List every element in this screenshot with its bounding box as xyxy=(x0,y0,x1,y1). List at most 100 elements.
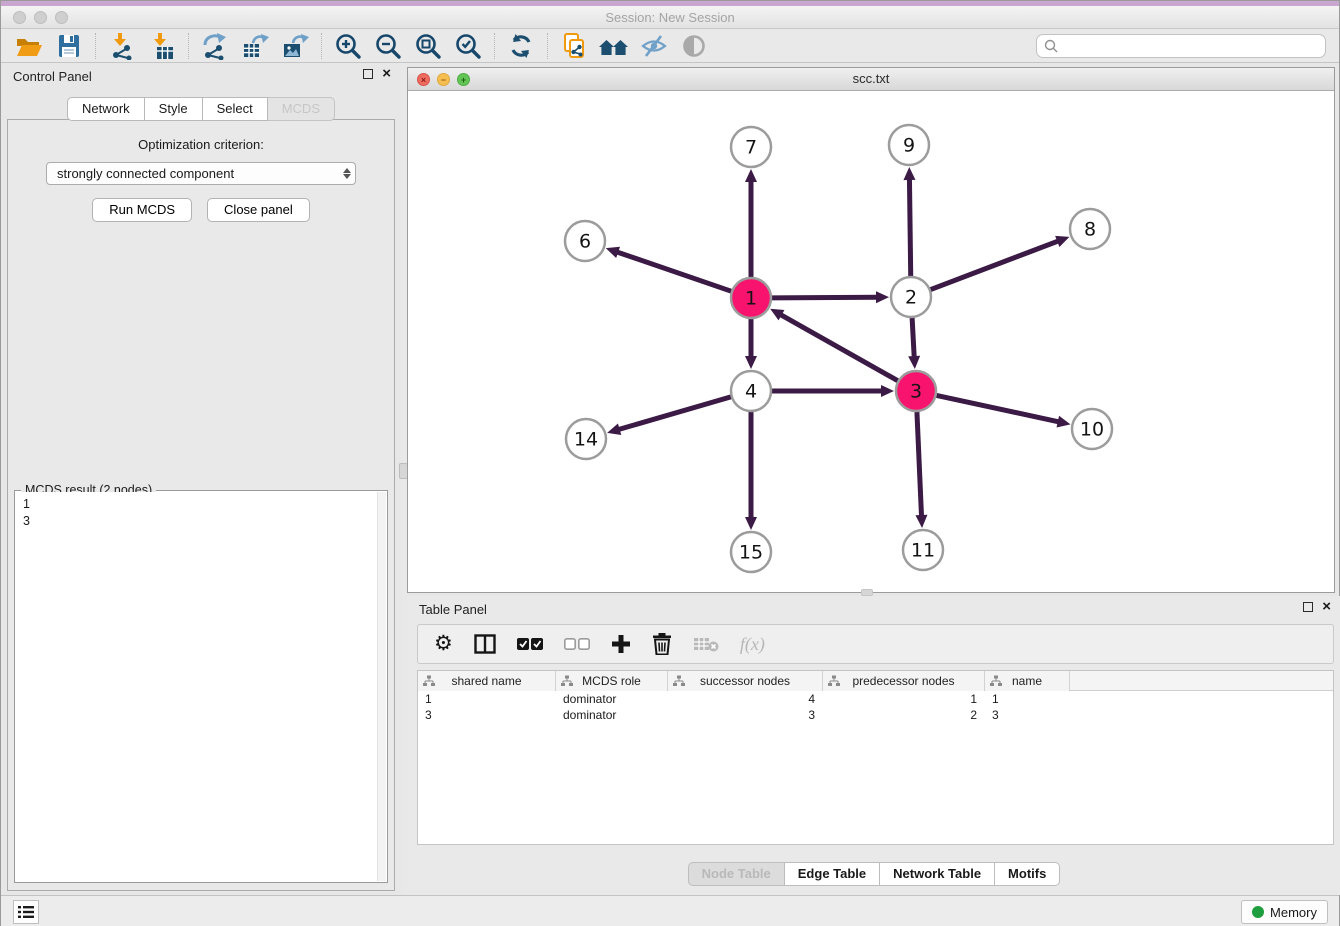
run-mcds-button[interactable]: Run MCDS xyxy=(92,198,192,222)
add-column-icon[interactable] xyxy=(611,634,631,654)
tab-network-table[interactable]: Network Table xyxy=(880,862,995,886)
save-session-icon[interactable] xyxy=(49,31,89,61)
show-graphics-details-icon[interactable] xyxy=(674,31,714,61)
graph-edge-3-10[interactable] xyxy=(937,395,1060,422)
task-history-button[interactable] xyxy=(13,900,39,924)
horizontal-splitter-grip[interactable] xyxy=(861,589,873,596)
column-header-mcds-role[interactable]: MCDS role xyxy=(556,671,668,691)
sort-icon xyxy=(561,675,573,687)
refresh-layout-icon[interactable] xyxy=(501,31,541,61)
import-table-icon[interactable] xyxy=(142,31,182,61)
zoom-in-icon[interactable] xyxy=(328,31,368,61)
network-canvas[interactable]: 7968124314101511 xyxy=(408,91,1334,592)
select-all-icon[interactable] xyxy=(517,637,543,651)
delete-table-icon xyxy=(693,635,719,653)
tab-node-table[interactable]: Node Table xyxy=(688,862,785,886)
toggle-columns-icon[interactable] xyxy=(474,634,496,654)
table-panel-title: Table Panel xyxy=(419,602,487,617)
edge-arrowhead-icon xyxy=(745,356,757,369)
tab-mcds[interactable]: MCDS xyxy=(268,97,335,121)
hide-graphics-details-icon[interactable] xyxy=(634,31,674,61)
network-window-titlebar: × − + scc.txt xyxy=(408,68,1334,91)
table-cell: 3 xyxy=(668,707,823,723)
close-panel-button[interactable]: Close panel xyxy=(207,198,310,222)
search-box[interactable] xyxy=(1036,34,1326,58)
graph-node-label: 2 xyxy=(905,287,917,309)
graph-node-label: 1 xyxy=(745,288,757,310)
result-scrollbar[interactable] xyxy=(377,492,386,881)
close-panel-icon[interactable]: × xyxy=(382,69,391,79)
search-input[interactable] xyxy=(1059,36,1325,56)
graph-edge-1-6[interactable] xyxy=(616,252,731,291)
sort-icon xyxy=(828,675,840,687)
zoom-fit-icon[interactable] xyxy=(408,31,448,61)
graph-node-label: 14 xyxy=(574,429,598,451)
edge-arrowhead-icon xyxy=(745,517,757,530)
float-table-panel-icon[interactable] xyxy=(1303,602,1313,612)
close-table-panel-icon[interactable]: × xyxy=(1322,602,1331,612)
float-panel-icon[interactable] xyxy=(363,69,373,79)
edge-arrowhead-icon xyxy=(881,385,894,397)
sort-icon xyxy=(990,675,1002,687)
memory-label: Memory xyxy=(1270,905,1317,920)
table-cell: 3 xyxy=(985,707,1070,723)
memory-status-icon xyxy=(1252,906,1264,918)
edge-arrowhead-icon xyxy=(1055,236,1069,247)
tab-select[interactable]: Select xyxy=(203,97,268,121)
graph-node-label: 10 xyxy=(1080,419,1104,441)
edge-arrowhead-icon xyxy=(876,291,889,303)
home-icon[interactable] xyxy=(594,31,634,61)
graph-edge-3-1[interactable] xyxy=(780,314,898,380)
edge-arrowhead-icon xyxy=(745,169,757,182)
column-header-successor-nodes[interactable]: successor nodes xyxy=(668,671,823,691)
export-table-icon[interactable] xyxy=(235,31,275,61)
table-row[interactable]: 1dominator411 xyxy=(418,691,1333,707)
tab-style[interactable]: Style xyxy=(145,97,203,121)
export-network-icon[interactable] xyxy=(195,31,235,61)
delete-column-icon[interactable] xyxy=(652,633,672,655)
application-window: Session: New Session xyxy=(0,0,1340,926)
main-toolbar xyxy=(1,29,1339,63)
network-graph: 7968124314101511 xyxy=(408,91,1334,592)
graph-edge-2-3[interactable] xyxy=(912,318,914,358)
duplicate-network-icon[interactable] xyxy=(554,31,594,61)
column-header-shared-name[interactable]: shared name xyxy=(418,671,556,691)
edge-arrowhead-icon xyxy=(607,423,621,435)
graph-edge-2-9[interactable] xyxy=(909,178,910,276)
tab-network[interactable]: Network xyxy=(67,97,145,121)
table-row[interactable]: 3dominator323 xyxy=(418,707,1333,723)
table-cell: 2 xyxy=(823,707,985,723)
node-table: shared nameMCDS rolesuccessor nodesprede… xyxy=(417,670,1334,845)
tab-motifs[interactable]: Motifs xyxy=(995,862,1060,886)
edge-arrowhead-icon xyxy=(915,515,927,528)
apply-function-icon: f(x) xyxy=(740,634,765,655)
table-header-row: shared nameMCDS rolesuccessor nodesprede… xyxy=(418,671,1333,691)
optimization-criterion-dropdown[interactable]: strongly connected component xyxy=(46,162,356,185)
graph-node-label: 8 xyxy=(1084,219,1096,241)
graph-edge-2-8[interactable] xyxy=(931,241,1060,290)
table-cell: 1 xyxy=(418,691,556,707)
open-session-icon[interactable] xyxy=(9,31,49,61)
table-settings-icon[interactable]: ⚙ xyxy=(434,634,453,654)
table-cell: 4 xyxy=(668,691,823,707)
table-cell: dominator xyxy=(556,707,668,723)
network-window-title: scc.txt xyxy=(408,71,1334,86)
tab-edge-table[interactable]: Edge Table xyxy=(785,862,880,886)
graph-edge-4-14[interactable] xyxy=(618,397,731,430)
zoom-selected-icon[interactable] xyxy=(448,31,488,61)
edge-arrowhead-icon xyxy=(606,247,620,258)
column-header-name[interactable]: name xyxy=(985,671,1070,691)
table-panel-header: Table Panel × xyxy=(407,596,1340,622)
window-titlebar: Session: New Session xyxy=(1,1,1339,29)
column-header-predecessor-nodes[interactable]: predecessor nodes xyxy=(823,671,985,691)
graph-edge-3-11[interactable] xyxy=(917,412,922,517)
export-image-icon[interactable] xyxy=(275,31,315,61)
memory-button[interactable]: Memory xyxy=(1241,900,1328,924)
table-panel: Table Panel × ⚙ xyxy=(407,596,1340,895)
optimization-criterion-label: Optimization criterion: xyxy=(8,137,394,152)
mcds-result-list[interactable]: 13 xyxy=(16,492,386,881)
graph-edge-1-2[interactable] xyxy=(772,297,878,298)
import-network-icon[interactable] xyxy=(102,31,142,61)
deselect-all-icon[interactable] xyxy=(564,637,590,651)
zoom-out-icon[interactable] xyxy=(368,31,408,61)
